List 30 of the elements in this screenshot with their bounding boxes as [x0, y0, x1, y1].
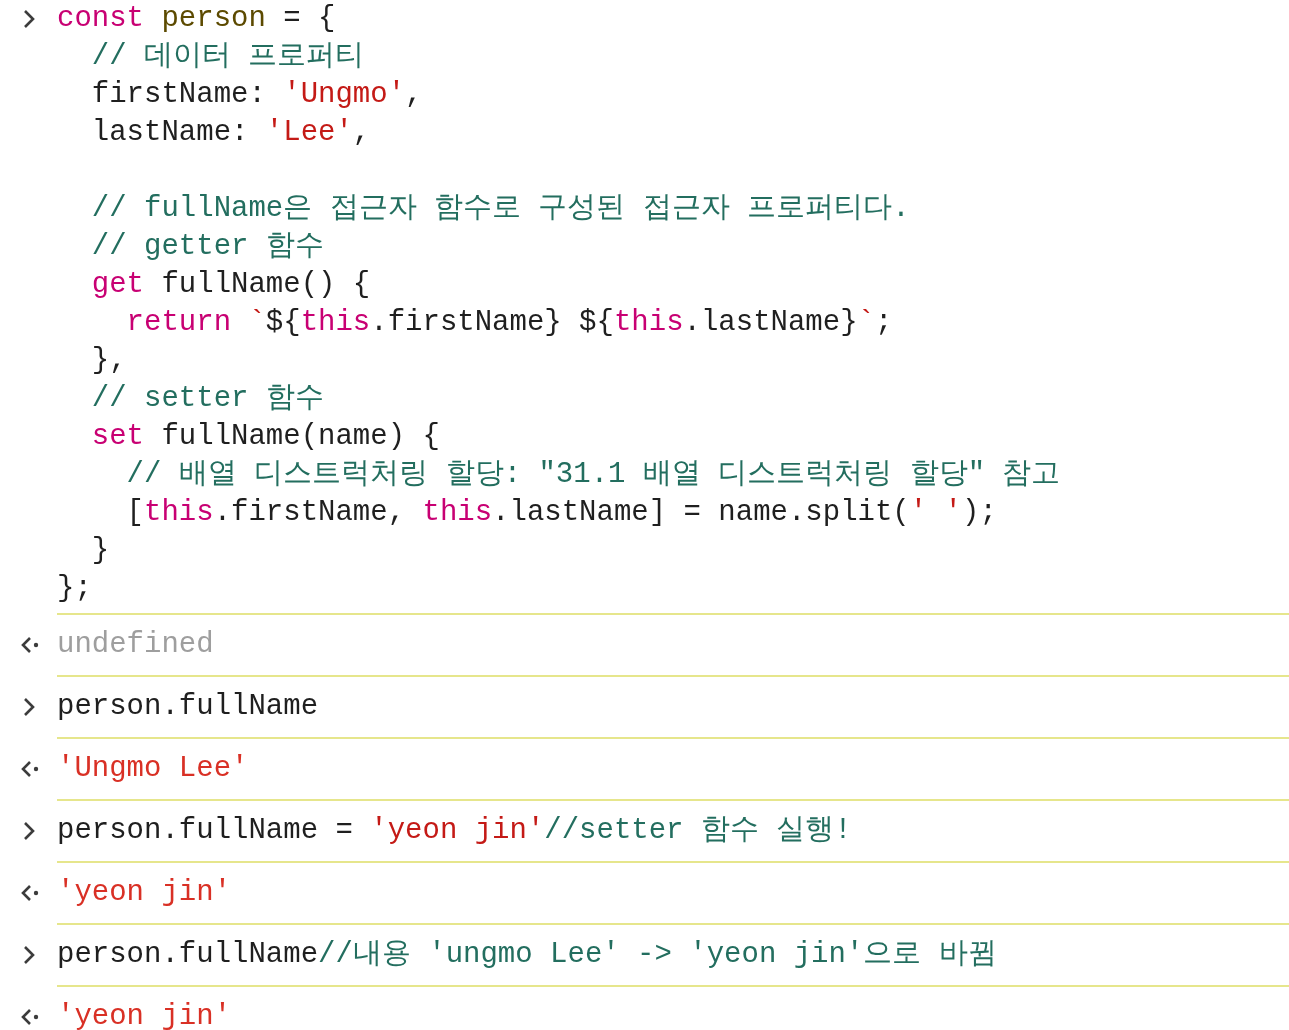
input-prompt-icon: [23, 821, 35, 841]
code-line: // setter 함수: [90, 381, 324, 417]
code-line: const person = {: [57, 1, 336, 37]
code-line: lastName: 'Lee',: [90, 115, 371, 151]
code-line: }: [90, 533, 110, 569]
input-prompt-icon: [23, 697, 35, 717]
code-line: 'yeon jin': [57, 999, 232, 1030]
code-line: // getter 함수: [90, 229, 324, 265]
code-line: // 데이터 프로퍼티: [90, 39, 365, 75]
code-line: 'yeon jin': [57, 875, 232, 911]
code-line: person.fullName//내용 'ungmo Lee' -> 'yeon jin'으로 바뀜: [57, 937, 997, 973]
input-prompt-icon: [23, 945, 35, 965]
code-line: };: [57, 571, 92, 607]
code-line: get fullName() {: [90, 267, 371, 303]
code-line: person.fullName = 'yeon jin'//setter 함수 실행!: [57, 813, 852, 849]
code-line: [this.firstName, this.lastName] = name.split(' ');: [125, 495, 997, 531]
output-prompt-icon: [20, 636, 40, 654]
code-line: 'Ungmo Lee': [57, 751, 249, 787]
code-line: // fullName은 접근자 함수로 구성된 접근자 프로퍼티다.: [90, 191, 910, 227]
output-prompt-icon: [20, 884, 40, 902]
code-line: },: [90, 343, 127, 379]
code-line: firstName: 'Ungmo',: [90, 77, 423, 113]
code-line: set fullName(name) {: [90, 419, 440, 455]
output-prompt-icon: [20, 1008, 40, 1026]
input-prompt-icon: [23, 9, 35, 29]
code-line: // 배열 디스트럭처링 할당: "31.1 배열 디스트럭처링 할당" 참고: [125, 457, 1061, 493]
output-prompt-icon: [20, 760, 40, 778]
code-line: return `${this.firstName} ${this.lastName}`;: [125, 305, 893, 341]
code-line: undefined: [57, 627, 214, 663]
code-line: person.fullName: [57, 689, 319, 725]
